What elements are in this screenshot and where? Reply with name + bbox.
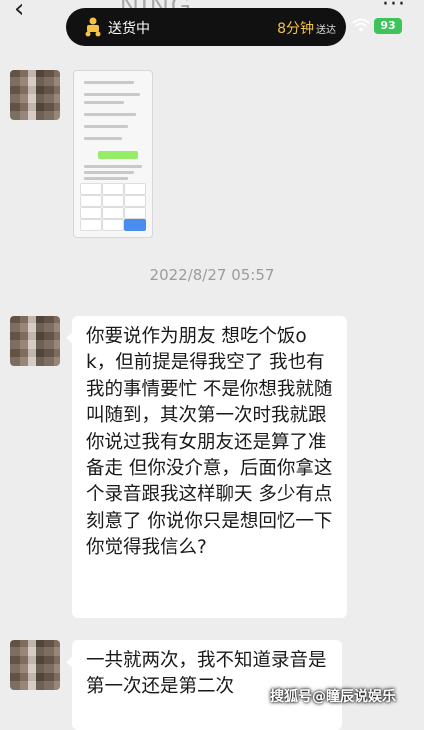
image-message[interactable] <box>73 70 153 238</box>
eta-time: 8分钟 <box>277 21 314 37</box>
battery-indicator: 93 <box>374 18 402 34</box>
delivery-status-pill[interactable]: 送货中 8分钟 送达 <box>66 8 346 46</box>
avatar[interactable] <box>10 316 60 366</box>
delivery-rider-icon <box>85 17 101 37</box>
message-bubble[interactable]: 一共就两次，我不知道录音是第一次还是第二次 <box>66 640 342 730</box>
wifi-icon <box>352 18 370 32</box>
chevron-left-icon[interactable]: ‹ <box>14 0 24 24</box>
ellipsis-icon[interactable]: ··· <box>382 0 406 17</box>
message-bubble[interactable]: 你要说作为朋友 想吃个饭ok，但前提是得我空了 我也有我的事情要忙 不是你想我就… <box>66 316 347 618</box>
avatar[interactable] <box>10 640 60 690</box>
delivery-eta: 8分钟 送达 <box>277 18 336 38</box>
avatar[interactable] <box>10 70 60 120</box>
watermark: 搜狐号@瞳辰说娱乐 <box>270 689 396 705</box>
eta-suffix: 送达 <box>316 25 336 36</box>
keyboard-thumbnail <box>80 183 146 231</box>
message-timestamp: 2022/8/27 05:57 <box>149 266 275 284</box>
delivery-status-text: 送货中 <box>108 21 150 37</box>
